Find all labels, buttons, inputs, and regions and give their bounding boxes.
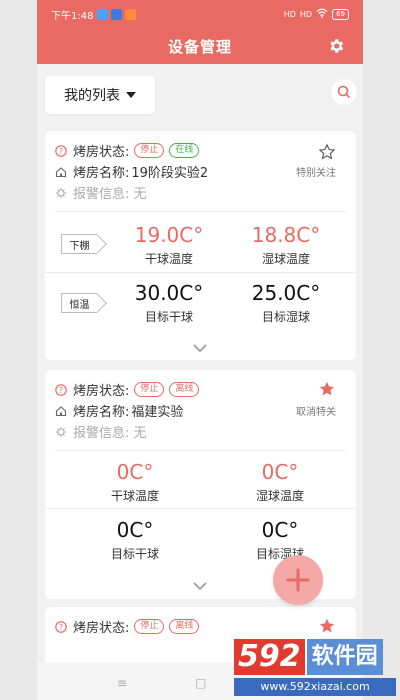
alarm-row: 报警信息: 无 — [55, 422, 147, 441]
status-bar: 下午1:48 HD HD 69 — [37, 0, 363, 28]
chevron-down-icon[interactable] — [192, 581, 208, 591]
app-screen: 下午1:48 HD HD 69 设备管理 我的列表 ? 烤房状态: 停止 在线 … — [37, 0, 363, 700]
signal-icon-2: HD — [299, 9, 313, 19]
svg-text:?: ? — [59, 623, 63, 632]
status-badge-stop: 停止 — [134, 619, 165, 634]
status-badge-offline: 离线 — [169, 382, 200, 397]
alarm-icon — [56, 426, 66, 437]
list-dropdown[interactable]: 我的列表 — [45, 76, 155, 114]
alarm-text: 报警信息: 无 — [73, 187, 147, 202]
status-row: ? 烤房状态: 停止 离线 — [55, 380, 200, 399]
list-dropdown-label: 我的列表 — [64, 88, 120, 104]
status-badge-stop: 停止 — [134, 143, 165, 158]
watermark-url: www.592xiazai.com — [234, 678, 396, 696]
question-icon: ? — [55, 144, 67, 157]
title-bar: 设备管理 — [37, 28, 363, 64]
dry-bulb-temp: 19.0C° — [134, 223, 204, 247]
watermark-name: 软件园 — [306, 639, 383, 675]
chevron-down-icon[interactable] — [192, 343, 208, 353]
target-wet-bulb-label: 目标湿球 — [261, 310, 310, 324]
alarm-row: 报警信息: 无 — [55, 183, 147, 202]
status-label: 烤房状态: — [73, 621, 130, 636]
dry-bulb-label: 干球温度 — [144, 252, 193, 266]
status-badge-stop: 停止 — [134, 382, 165, 397]
status-row: ? 烤房状态: 停止 离线 — [55, 617, 200, 636]
home-icon — [55, 405, 67, 416]
svg-text:?: ? — [59, 386, 63, 395]
app-notification-icon — [111, 8, 123, 20]
home-nav-icon[interactable]: □ — [195, 676, 206, 690]
status-label: 烤房状态: — [73, 145, 130, 160]
section-tag: 恒温 — [61, 293, 97, 313]
svg-text:?: ? — [59, 147, 63, 156]
section-tag-label: 下棚 — [69, 240, 90, 252]
wifi-icon — [316, 8, 328, 20]
alarm-text: 报警信息: 无 — [73, 426, 147, 441]
gear-icon[interactable] — [327, 37, 345, 55]
home-icon — [55, 166, 67, 177]
name-row: 烤房名称: 19阶段实验2 — [55, 162, 208, 181]
alarm-icon — [56, 187, 66, 198]
dry-bulb-label: 干球温度 — [110, 489, 159, 503]
status-badge-offline: 离线 — [169, 619, 200, 634]
divider — [45, 272, 356, 273]
question-icon: ? — [55, 620, 67, 633]
caret-down-icon — [126, 92, 136, 98]
plus-icon — [286, 568, 310, 592]
target-wet-bulb-label: 目标湿球 — [255, 547, 304, 561]
wet-bulb-temp: 0C° — [261, 460, 299, 484]
status-row: ? 烤房状态: 停止 在线 — [55, 141, 200, 160]
search-icon — [337, 85, 351, 99]
device-card[interactable]: ? 烤房状态: 停止 在线 烤房名称: 19阶段实验2 报警信息: 无 特别关注… — [45, 131, 356, 360]
target-dry-bulb-temp: 0C° — [116, 518, 154, 542]
name-label: 烤房名称: — [73, 405, 130, 420]
question-icon: ? — [55, 383, 67, 396]
status-label: 烤房状态: — [73, 384, 130, 399]
target-wet-bulb-temp: 25.0C° — [251, 281, 321, 305]
name-value: 19阶段实验2 — [131, 166, 209, 181]
target-dry-bulb-label: 目标干球 — [110, 547, 159, 561]
section-tag-label: 恒温 — [69, 299, 90, 311]
status-badge-online: 在线 — [169, 143, 200, 158]
star-outline-icon[interactable] — [318, 143, 336, 161]
favorite-label[interactable]: 特别关注 — [286, 164, 346, 179]
unfavorite-label[interactable]: 取消特关 — [286, 403, 346, 418]
star-filled-icon[interactable] — [318, 617, 336, 635]
notification-icon — [97, 8, 109, 20]
section-tag: 下棚 — [61, 234, 97, 254]
star-filled-icon[interactable] — [318, 380, 336, 398]
list-toolbar: 我的列表 — [37, 64, 363, 128]
name-row: 烤房名称: 福建实验 — [55, 401, 183, 420]
target-wet-bulb-temp: 0C° — [261, 518, 299, 542]
divider — [55, 211, 346, 212]
menu-nav-icon[interactable]: ≡ — [117, 676, 127, 690]
wet-bulb-temp: 18.8C° — [251, 223, 321, 247]
wet-bulb-label: 湿球温度 — [261, 252, 310, 266]
name-value: 福建实验 — [131, 405, 184, 420]
divider — [45, 508, 356, 509]
watermark-logo: 592 软件园 www.592xiazai.com — [234, 638, 396, 696]
status-time: 下午1:48 — [51, 10, 94, 22]
wet-bulb-label: 湿球温度 — [255, 489, 304, 503]
battery-icon: 69 — [332, 8, 349, 20]
search-button[interactable] — [331, 79, 357, 105]
target-dry-bulb-label: 目标干球 — [144, 310, 193, 324]
name-label: 烤房名称: — [73, 166, 130, 181]
add-device-button[interactable] — [273, 555, 323, 605]
target-dry-bulb-temp: 30.0C° — [134, 281, 204, 305]
divider — [55, 450, 346, 451]
dry-bulb-temp: 0C° — [116, 460, 154, 484]
message-notification-icon — [125, 8, 137, 20]
page-title: 设备管理 — [167, 37, 232, 56]
signal-icon: HD — [283, 9, 296, 19]
watermark-number: 592 — [234, 639, 305, 675]
